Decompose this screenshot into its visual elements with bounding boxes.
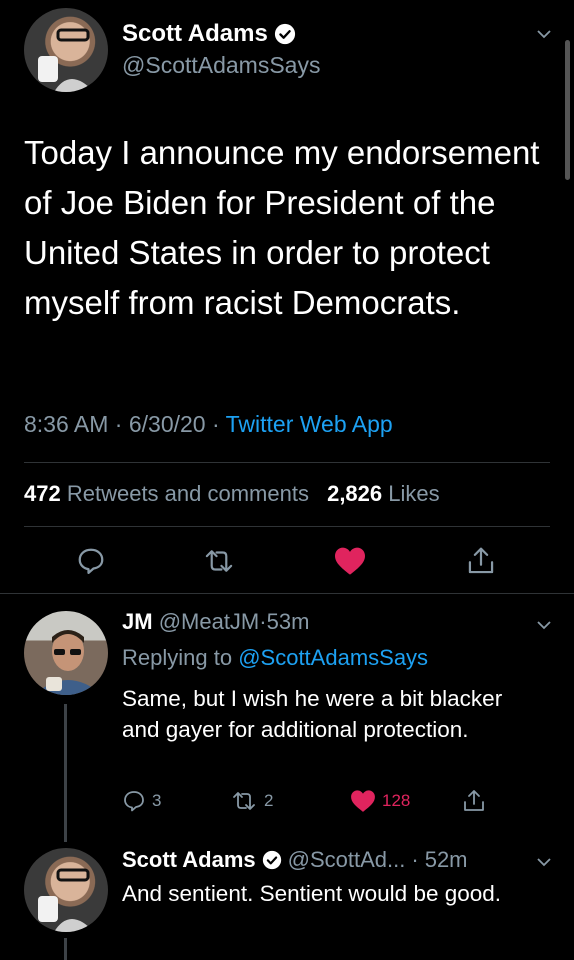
reply-icon[interactable]	[76, 546, 106, 576]
avatar-image	[38, 28, 94, 92]
divider	[0, 593, 574, 594]
reply-header: Scott Adams @ScottAd... · 52m	[122, 847, 468, 873]
replying-to-link[interactable]: @ScottAdamsSays	[238, 645, 428, 670]
meta-separator: ·	[211, 411, 220, 437]
share-icon[interactable]	[466, 545, 496, 577]
likes-stat[interactable]: 2,826 Likes	[327, 481, 440, 506]
tweet-text: Today I announce my endorsement of Joe B…	[24, 134, 540, 321]
like-button[interactable]: 128	[350, 789, 410, 813]
tweet-source-link[interactable]: Twitter Web App	[226, 411, 393, 437]
thread-line	[64, 704, 67, 842]
avatar-image	[38, 868, 94, 932]
divider	[24, 462, 550, 463]
retweet-count: 2	[264, 791, 274, 810]
reply-button[interactable]: 3	[122, 789, 161, 813]
author-name[interactable]: Scott Adams	[122, 20, 296, 48]
tweet-text: Same, but I wish he were a bit blacker a…	[122, 686, 503, 742]
tweet-age: 53m	[266, 609, 310, 634]
retweets-label: Retweets and comments	[66, 481, 309, 506]
thread-line	[64, 938, 67, 960]
avatar[interactable]	[24, 848, 108, 932]
meta-separator: ·	[259, 609, 267, 634]
retweet-icon[interactable]	[202, 546, 236, 576]
tweet-meta: 8:36 AM · 6/30/20 · Twitter Web App	[24, 411, 393, 438]
retweet-button[interactable]: 2	[230, 789, 273, 813]
reply-count: 3	[152, 791, 162, 810]
likes-count: 2,826	[327, 481, 383, 506]
handle[interactable]: @ScottAdamsSays	[122, 52, 320, 79]
author-name[interactable]: Scott Adams	[122, 847, 256, 873]
chevron-down-icon[interactable]	[536, 617, 552, 633]
avatar[interactable]	[24, 611, 108, 695]
meta-separator: ·	[114, 411, 123, 437]
chevron-down-icon[interactable]	[536, 26, 552, 42]
avatar-image	[34, 630, 102, 695]
avatar[interactable]	[24, 8, 108, 92]
retweets-count: 472	[24, 481, 61, 506]
retweets-stat[interactable]: 472 Retweets and comments	[24, 481, 315, 506]
handle[interactable]: @ScottAd...	[288, 847, 406, 873]
verified-badge-icon	[274, 23, 295, 45]
heart-filled-icon[interactable]	[333, 546, 367, 576]
replying-to: Replying to @ScottAdamsSays	[122, 645, 428, 671]
divider	[24, 526, 550, 527]
tweet-time: 8:36 AM	[24, 411, 109, 437]
heart-filled-icon	[351, 790, 375, 812]
handle[interactable]: @MeatJM	[159, 609, 260, 634]
reply-icon	[124, 791, 144, 812]
tweet-text: And sentient. Sentient would be good.	[122, 881, 502, 906]
retweet-icon	[233, 792, 255, 810]
verified-badge-icon	[262, 850, 281, 870]
chevron-down-icon[interactable]	[536, 854, 552, 870]
meta-separator: ·	[411, 847, 419, 872]
tweet-age: 52m	[424, 847, 468, 872]
author-name[interactable]: JM	[122, 609, 153, 634]
reply-header: JM @MeatJM·53m	[122, 609, 309, 635]
likes-label: Likes	[388, 481, 440, 506]
replying-prefix: Replying to	[122, 645, 233, 670]
tweet-stats: 472 Retweets and comments 2,826 Likes	[24, 481, 440, 507]
share-icon[interactable]	[461, 788, 487, 814]
like-count: 128	[382, 791, 411, 810]
tweet-date: 6/30/20	[128, 411, 206, 437]
scrollbar[interactable]	[565, 40, 570, 180]
